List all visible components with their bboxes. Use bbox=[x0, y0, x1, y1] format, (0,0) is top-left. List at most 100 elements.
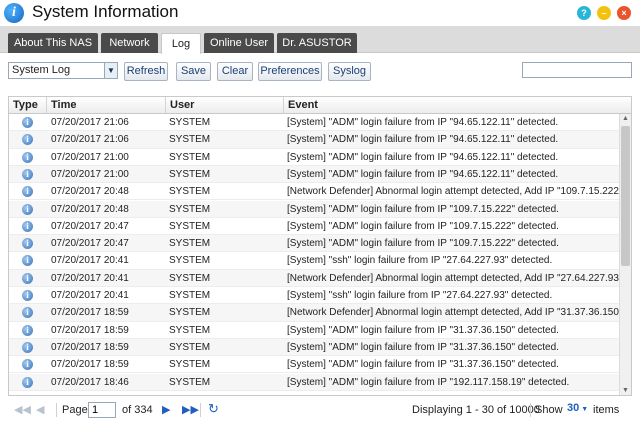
log-table: Type Time User Event i 07/20/2017 21:06 SY… bbox=[8, 96, 632, 396]
table-row[interactable]: i 07/20/2017 21:00 SYSTEM [System] "ADM" lo… bbox=[9, 165, 619, 184]
user-cell: SYSTEM bbox=[169, 168, 211, 180]
info-icon: i bbox=[22, 134, 33, 146]
user-cell: SYSTEM bbox=[169, 238, 211, 250]
table-row[interactable]: i 07/20/2017 20:41 SYSTEM [Network Defender… bbox=[9, 269, 619, 287]
page-size-select[interactable]: 30 ▼ bbox=[567, 402, 588, 414]
event-cell: [System] "ADM" login failure from IP "19… bbox=[287, 376, 570, 388]
info-icon: i bbox=[22, 220, 33, 232]
refresh-button[interactable]: Refresh bbox=[124, 62, 168, 81]
table-header: Type Time User Event bbox=[9, 97, 631, 114]
next-page-icon[interactable]: ▶ bbox=[162, 403, 170, 416]
save-button[interactable]: Save bbox=[176, 62, 211, 81]
event-cell: [Network Defender] Abnormal login attemp… bbox=[287, 307, 619, 319]
type-cell: i bbox=[9, 356, 47, 373]
info-icon: i bbox=[22, 341, 33, 353]
info-icon: i bbox=[22, 290, 33, 301]
items-label: items bbox=[593, 404, 620, 416]
minimize-button[interactable]: – bbox=[597, 6, 611, 20]
scrollbar-thumb[interactable] bbox=[621, 126, 630, 266]
table-row[interactable]: i 07/20/2017 18:59 SYSTEM [Network Defender… bbox=[9, 304, 619, 322]
info-icon: i bbox=[22, 307, 33, 319]
type-cell: i bbox=[9, 166, 47, 183]
page-label: Page bbox=[62, 404, 88, 416]
table-row[interactable]: i 07/20/2017 21:06 SYSTEM [System] "ADM" lo… bbox=[9, 114, 619, 132]
event-cell: [System] "ADM" login failure from IP "10… bbox=[287, 203, 559, 215]
column-header-user[interactable]: User bbox=[166, 97, 284, 113]
column-header-type[interactable]: Type bbox=[9, 97, 47, 113]
help-button[interactable]: ? bbox=[577, 6, 591, 20]
time-cell: 07/20/2017 21:00 bbox=[51, 168, 129, 180]
time-cell: 07/20/2017 20:47 bbox=[51, 220, 129, 232]
chevron-down-icon[interactable]: ▼ bbox=[104, 63, 117, 78]
info-icon: i bbox=[22, 238, 33, 250]
info-icon: i bbox=[22, 255, 33, 267]
event-cell: [Network Defender] Abnormal login attemp… bbox=[287, 186, 619, 198]
clear-button[interactable]: Clear bbox=[217, 62, 253, 81]
table-row[interactable]: i 07/20/2017 20:41 SYSTEM [System] "ssh" lo… bbox=[9, 252, 619, 270]
table-row[interactable]: i 07/20/2017 20:48 SYSTEM [System] "ADM" lo… bbox=[9, 200, 619, 218]
time-cell: 07/20/2017 20:48 bbox=[51, 186, 129, 198]
table-row[interactable]: i 07/20/2017 18:59 SYSTEM [System] "ADM" lo… bbox=[9, 338, 619, 357]
vertical-scrollbar[interactable]: ▲ ▼ bbox=[619, 114, 631, 395]
event-cell: [System] "ADM" login failure from IP "10… bbox=[287, 220, 559, 232]
tab-online-user[interactable]: Online User bbox=[204, 33, 274, 53]
column-header-event[interactable]: Event bbox=[284, 97, 631, 113]
info-icon: i bbox=[22, 186, 33, 198]
tab-dr-asustor[interactable]: Dr. ASUSTOR bbox=[277, 33, 357, 53]
tab-about-this-nas[interactable]: About This NAS bbox=[8, 33, 98, 53]
table-row[interactable]: i 07/20/2017 18:46 SYSTEM [System] "ADM" lo… bbox=[9, 373, 619, 391]
refresh-icon[interactable]: ↻ bbox=[208, 401, 219, 417]
log-type-select[interactable]: System Log ▼ bbox=[8, 62, 118, 79]
info-icon: i bbox=[22, 151, 33, 163]
table-row[interactable]: i 07/20/2017 18:59 SYSTEM [System] "ADM" lo… bbox=[9, 356, 619, 374]
time-cell: 07/20/2017 18:59 bbox=[51, 307, 129, 319]
type-cell: i bbox=[9, 235, 47, 252]
time-cell: 07/20/2017 18:59 bbox=[51, 324, 129, 336]
type-cell: i bbox=[9, 252, 47, 269]
scroll-up-icon[interactable]: ▲ bbox=[620, 114, 631, 124]
previous-page-icon[interactable]: ◀ bbox=[36, 403, 44, 416]
info-icon: i bbox=[22, 359, 33, 371]
event-cell: [System] "ADM" login failure from IP "31… bbox=[287, 341, 559, 353]
table-row[interactable]: i 07/20/2017 18:59 SYSTEM [System] "ADM" lo… bbox=[9, 322, 619, 339]
time-cell: 07/20/2017 21:06 bbox=[51, 134, 129, 146]
column-header-time[interactable]: Time bbox=[47, 97, 166, 113]
show-label: Show bbox=[535, 404, 563, 416]
table-row[interactable]: i 07/20/2017 21:06 SYSTEM [System] "ADM" lo… bbox=[9, 131, 619, 149]
time-cell: 07/20/2017 20:41 bbox=[51, 272, 129, 284]
pager-divider bbox=[530, 403, 531, 417]
user-cell: SYSTEM bbox=[169, 290, 211, 301]
type-cell: i bbox=[9, 149, 47, 166]
last-page-icon[interactable]: ▶▶ bbox=[182, 403, 199, 416]
type-cell: i bbox=[9, 339, 47, 356]
table-row[interactable]: i 07/20/2017 20:47 SYSTEM [System] "ADM" lo… bbox=[9, 235, 619, 253]
table-row[interactable]: i 07/20/2017 20:41 SYSTEM [System] "ssh" lo… bbox=[9, 287, 619, 305]
syslog-button[interactable]: Syslog bbox=[328, 62, 371, 81]
first-page-icon[interactable]: ◀◀ bbox=[14, 403, 31, 416]
user-cell: SYSTEM bbox=[169, 307, 211, 319]
user-cell: SYSTEM bbox=[169, 203, 211, 215]
time-cell: 07/20/2017 21:00 bbox=[51, 151, 129, 163]
info-icon: i bbox=[22, 168, 33, 180]
log-type-value: System Log bbox=[12, 64, 71, 76]
user-cell: SYSTEM bbox=[169, 151, 211, 163]
preferences-button[interactable]: Preferences bbox=[258, 62, 322, 81]
tab-network[interactable]: Network bbox=[101, 33, 158, 53]
table-row[interactable]: i 07/20/2017 21:00 SYSTEM [System] "ADM" lo… bbox=[9, 149, 619, 166]
event-cell: [System] "ADM" login failure from IP "31… bbox=[287, 359, 559, 371]
user-cell: SYSTEM bbox=[169, 359, 211, 371]
tab-log[interactable]: Log bbox=[161, 33, 201, 54]
table-row[interactable]: i 07/20/2017 20:47 SYSTEM [System] "ADM" lo… bbox=[9, 218, 619, 236]
scroll-down-icon[interactable]: ▼ bbox=[620, 386, 631, 395]
page-number-input[interactable] bbox=[88, 402, 116, 418]
info-icon: i bbox=[22, 272, 33, 284]
displaying-count: Displaying 1 - 30 of 10000 bbox=[412, 404, 540, 416]
close-button[interactable]: × bbox=[617, 6, 631, 20]
info-icon: i bbox=[22, 117, 33, 128]
search-input[interactable] bbox=[522, 62, 632, 78]
tab-bar: About This NAS Network Log Online User D… bbox=[0, 26, 640, 54]
time-cell: 07/20/2017 18:59 bbox=[51, 341, 129, 353]
chevron-down-icon: ▼ bbox=[579, 406, 589, 413]
type-cell: i bbox=[9, 131, 47, 148]
table-row[interactable]: i 07/20/2017 20:48 SYSTEM [Network Defender… bbox=[9, 183, 619, 201]
